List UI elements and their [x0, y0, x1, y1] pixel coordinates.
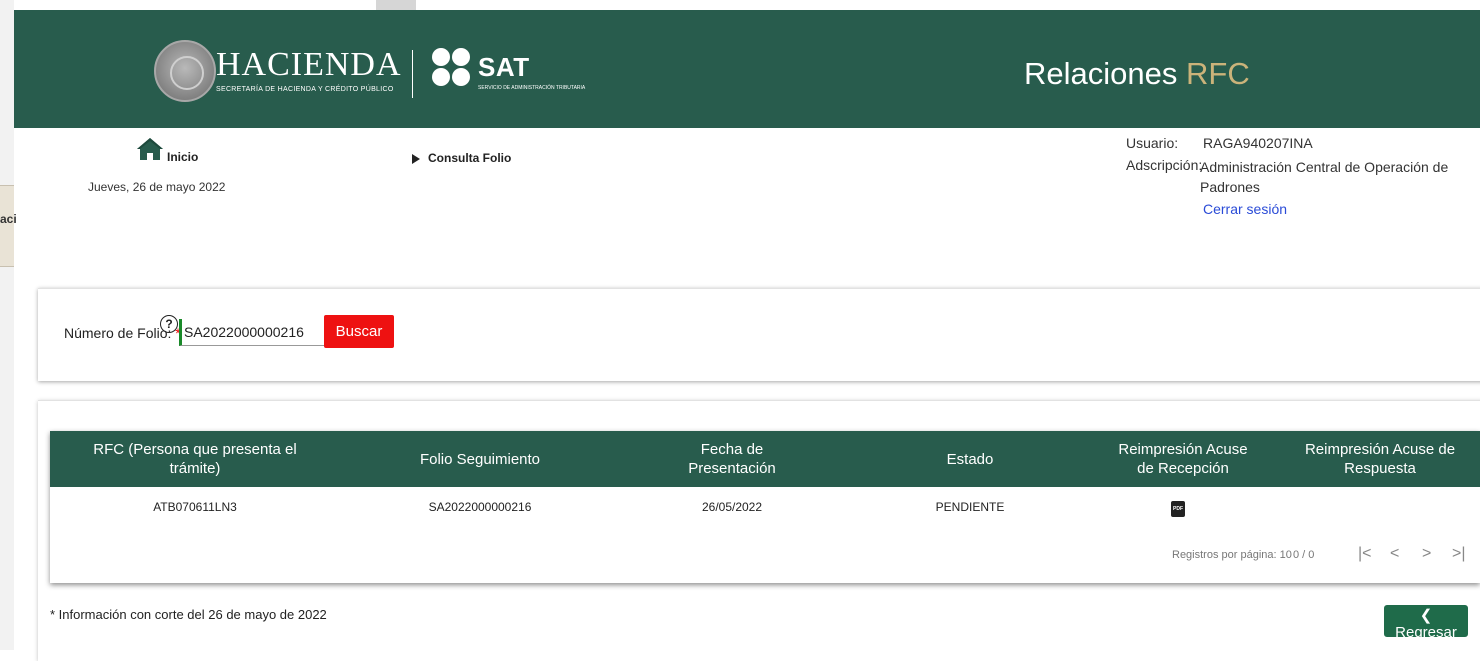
app-title-accent: RFC	[1186, 56, 1250, 91]
results-panel: RFC (Persona que presenta el trámite) Fo…	[38, 400, 1480, 661]
cell-estado: PENDIENTE	[935, 500, 1005, 514]
table-header: RFC (Persona que presenta el trámite) Fo…	[50, 431, 1480, 487]
triangle-right-icon	[412, 154, 420, 164]
pdf-icon[interactable]: PDF	[1171, 501, 1185, 517]
sat-logo-text: SAT	[478, 52, 530, 82]
folio-input[interactable]	[179, 319, 326, 346]
app-title: Relaciones RFC	[1024, 56, 1250, 92]
search-panel: Número de Folio: * ? Buscar	[38, 288, 1480, 381]
user-label: Usuario:	[1126, 135, 1179, 151]
logout-link[interactable]: Cerrar sesión	[1203, 201, 1287, 217]
user-value: RAGA940207INA	[1203, 135, 1313, 151]
cell-folio: SA2022000000216	[428, 500, 532, 514]
site-header: HACIENDA SECRETARÍA DE HACIENDA Y CRÉDIT…	[14, 10, 1480, 128]
cell-fecha: 26/05/2022	[701, 500, 763, 514]
background-strip	[0, 185, 14, 267]
back-button-label: Regresar	[1395, 624, 1457, 641]
background-window: aci	[0, 0, 17, 650]
column-header-folio: Folio Seguimiento	[419, 450, 541, 468]
header-divider	[412, 50, 413, 98]
background-tab	[376, 0, 416, 10]
hacienda-subtitle: SECRETARÍA DE HACIENDA Y CRÉDITO PÚBLICO	[216, 86, 394, 93]
first-page-icon[interactable]: |<	[1358, 545, 1372, 563]
mexico-seal-logo	[154, 40, 216, 102]
adscripcion-label: Adscripción:	[1126, 157, 1203, 173]
results-table: RFC (Persona que presenta el trámite) Fo…	[50, 431, 1480, 583]
app-title-main: Relaciones	[1024, 56, 1178, 91]
sat-subtitle: SERVICIO DE ADMINISTRACIÓN TRIBUTARIA	[478, 85, 586, 91]
next-page-icon[interactable]: >	[1422, 545, 1431, 563]
column-header-acuse-recepcion: Reimpresión Acuse de Recepción	[1118, 441, 1248, 477]
cutoff-note: * Información con corte del 26 de mayo d…	[50, 607, 327, 622]
column-header-rfc: RFC (Persona que presenta el trámite)	[93, 441, 297, 477]
back-button[interactable]: ❮ Regresar	[1384, 605, 1468, 641]
prev-page-icon[interactable]: <	[1390, 545, 1399, 563]
adscripcion-value: Administración Central de Operación de P…	[1200, 159, 1449, 195]
home-icon[interactable]	[135, 136, 165, 162]
question-circle-icon[interactable]: ?	[160, 315, 178, 333]
background-text-fragment: aci	[0, 212, 17, 226]
sat-logo-icon	[432, 48, 472, 88]
cell-rfc: ATB070611LN3	[153, 500, 237, 514]
column-header-fecha: Fecha de Presentación	[688, 441, 776, 477]
current-date: Jueves, 26 de mayo 2022	[88, 180, 226, 194]
pager-count: 0 / 0	[1293, 549, 1315, 561]
chevron-left-icon: ❮	[1419, 607, 1433, 624]
home-link[interactable]: Inicio	[167, 150, 198, 164]
column-header-acuse-respuesta: Reimpresión Acuse de Respuesta	[1304, 441, 1456, 477]
hacienda-logo-text: HACIENDA	[216, 46, 402, 83]
last-page-icon[interactable]: >|	[1452, 545, 1466, 563]
column-header-estado: Estado	[946, 450, 994, 468]
breadcrumb-consulta-folio[interactable]: Consulta Folio	[428, 151, 511, 165]
folio-label-text: Número de Folio:	[64, 325, 172, 341]
background-window-top	[0, 0, 1480, 10]
search-button[interactable]: Buscar	[324, 315, 394, 348]
rows-per-page-label: Registros por página: 10	[1172, 549, 1292, 561]
